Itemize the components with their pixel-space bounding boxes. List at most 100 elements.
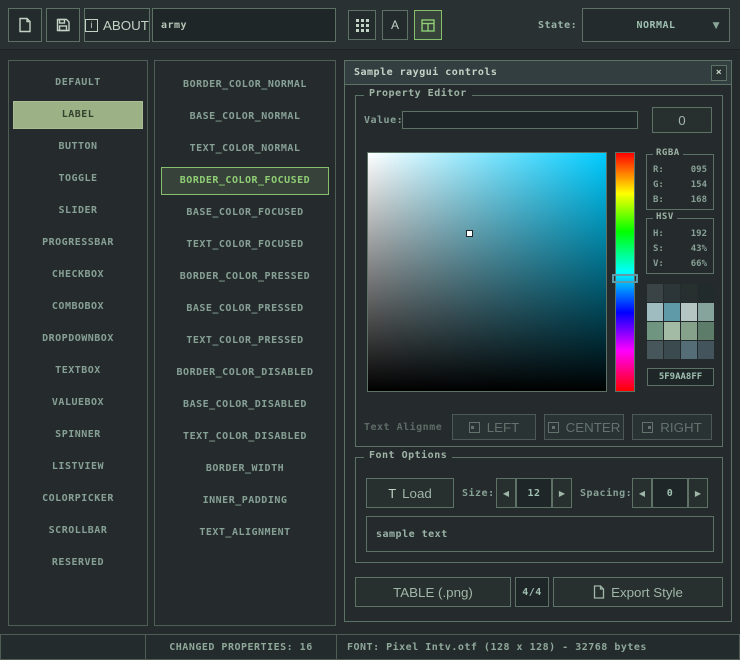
control-item-default[interactable]: DEFAULT — [13, 69, 143, 97]
about-button[interactable]: i ABOUT — [84, 8, 150, 42]
align-left-label: LEFT — [487, 420, 520, 435]
property-item[interactable]: BORDER_COLOR_NORMAL — [161, 71, 329, 99]
palette-swatch[interactable] — [647, 284, 663, 302]
control-item-toggle[interactable]: TOGGLE — [13, 165, 143, 193]
control-item-listview[interactable]: LISTVIEW — [13, 453, 143, 481]
grid-view-button[interactable] — [348, 10, 376, 40]
load-font-button[interactable]: T Load — [366, 478, 454, 508]
align-left-button[interactable]: LEFT — [452, 414, 536, 440]
palette-swatch[interactable] — [698, 303, 714, 321]
property-item[interactable]: TEXT_COLOR_DISABLED — [161, 423, 329, 451]
status-bar: CHANGED PROPERTIES: 16 FONT: Pixel Intv.… — [0, 634, 740, 660]
property-item[interactable]: BASE_COLOR_DISABLED — [161, 391, 329, 419]
state-dropdown[interactable]: NORMAL ▼ — [582, 8, 730, 42]
style-table-view-button[interactable] — [414, 10, 442, 40]
control-item-spinner[interactable]: SPINNER — [13, 421, 143, 449]
palette-swatch[interactable] — [681, 284, 697, 302]
control-item-label[interactable]: LABEL — [13, 101, 143, 129]
palette-swatch[interactable] — [647, 303, 663, 321]
control-item-checkbox[interactable]: CHECKBOX — [13, 261, 143, 289]
control-item-dropdownbox[interactable]: DROPDOWNBOX — [13, 325, 143, 353]
window-title: Sample raygui controls — [354, 67, 497, 78]
s-label: S: — [653, 242, 664, 257]
align-right-icon — [642, 422, 653, 433]
color-saturation-value-panel[interactable] — [367, 152, 607, 392]
control-item-scrollbar[interactable]: SCROLLBAR — [13, 517, 143, 545]
control-item-slider[interactable]: SLIDER — [13, 197, 143, 225]
align-center-label: CENTER — [566, 420, 621, 435]
palette-swatch[interactable] — [664, 341, 680, 359]
palette-swatch[interactable] — [647, 341, 663, 359]
font-size-decrease-button[interactable]: ◀ — [496, 478, 516, 508]
palette-swatch[interactable] — [664, 322, 680, 340]
file-icon — [17, 17, 33, 33]
palette-swatch[interactable] — [698, 322, 714, 340]
control-item-combobox[interactable]: COMBOBOX — [13, 293, 143, 321]
font-spacing-value[interactable]: 0 — [652, 478, 688, 508]
save-icon — [55, 17, 71, 33]
property-item[interactable]: TEXT_COLOR_PRESSED — [161, 327, 329, 355]
save-style-button[interactable] — [46, 8, 80, 42]
new-style-button[interactable] — [8, 8, 42, 42]
control-item-textbox[interactable]: TEXTBOX — [13, 357, 143, 385]
font-size-value[interactable]: 12 — [516, 478, 552, 508]
control-item-colorpicker[interactable]: COLORPICKER — [13, 485, 143, 513]
v-label: V: — [653, 257, 664, 272]
palette-swatch[interactable] — [664, 284, 680, 302]
property-item[interactable]: INNER_PADDING — [161, 487, 329, 515]
align-center-button[interactable]: CENTER — [544, 414, 624, 440]
property-item[interactable]: BORDER_COLOR_PRESSED — [161, 263, 329, 291]
control-item-progressbar[interactable]: PROGRESSBAR — [13, 229, 143, 257]
property-item[interactable]: BASE_COLOR_NORMAL — [161, 103, 329, 131]
window-titlebar[interactable]: Sample raygui controls — [345, 61, 731, 85]
property-item[interactable]: BORDER_COLOR_DISABLED — [161, 359, 329, 387]
h-value: 192 — [691, 227, 707, 242]
chevron-down-icon: ▼ — [713, 21, 720, 31]
property-item[interactable]: TEXT_ALIGNMENT — [161, 519, 329, 547]
control-item-valuebox[interactable]: VALUEBOX — [13, 389, 143, 417]
property-item[interactable]: TEXT_COLOR_NORMAL — [161, 135, 329, 163]
arrow-right-icon: ▶ — [695, 489, 701, 498]
sample-text-value: sample text — [376, 529, 448, 540]
palette-swatch[interactable] — [681, 322, 697, 340]
property-item[interactable]: BASE_COLOR_PRESSED — [161, 295, 329, 323]
value-input[interactable] — [402, 111, 638, 129]
hex-color-input[interactable]: 5F9AA8FF — [647, 368, 714, 386]
close-button[interactable]: × — [711, 65, 727, 81]
properties-list-panel: BORDER_COLOR_NORMAL BASE_COLOR_NORMAL TE… — [154, 60, 336, 626]
property-item-selected[interactable]: BORDER_COLOR_FOCUSED — [161, 167, 329, 195]
control-item-reserved[interactable]: RESERVED — [13, 549, 143, 577]
palette-swatch[interactable] — [681, 303, 697, 321]
font-spacing-increase-button[interactable]: ▶ — [688, 478, 708, 508]
font-view-button[interactable]: A — [382, 10, 408, 40]
hue-bar[interactable] — [615, 152, 635, 392]
export-style-button[interactable]: Export Style — [553, 577, 723, 607]
control-item-button[interactable]: BUTTON — [13, 133, 143, 161]
align-right-button[interactable]: RIGHT — [632, 414, 712, 440]
palette-swatch[interactable] — [647, 322, 663, 340]
palette-swatch[interactable] — [681, 341, 697, 359]
color-picker-marker[interactable] — [466, 230, 473, 237]
property-item[interactable]: BORDER_WIDTH — [161, 455, 329, 483]
value-box-button[interactable]: 0 — [652, 107, 712, 133]
palette-swatch[interactable] — [664, 303, 680, 321]
hue-cursor[interactable] — [612, 274, 638, 283]
font-size-increase-button[interactable]: ▶ — [552, 478, 572, 508]
sample-text-input[interactable]: sample text — [366, 516, 714, 552]
style-name-input[interactable]: army — [152, 8, 336, 42]
property-editor-group: Property Editor Value: 0 RGBA R: 095 G: … — [355, 95, 723, 447]
property-item[interactable]: TEXT_COLOR_FOCUSED — [161, 231, 329, 259]
v-value: 66% — [691, 257, 707, 272]
property-item[interactable]: BASE_COLOR_FOCUSED — [161, 199, 329, 227]
export-table-button[interactable]: TABLE (.png) — [355, 577, 511, 607]
palette-swatch[interactable] — [698, 284, 714, 302]
grid-icon — [356, 19, 369, 32]
hex-color-value: 5F9AA8FF — [659, 372, 702, 382]
export-pages-text: 4/4 — [522, 587, 542, 598]
load-font-label: Load — [402, 486, 432, 501]
export-pages-value[interactable]: 4/4 — [515, 577, 549, 607]
font-spacing-decrease-button[interactable]: ◀ — [632, 478, 652, 508]
controls-list-panel: DEFAULT LABEL BUTTON TOGGLE SLIDER PROGR… — [8, 60, 148, 626]
style-table-icon — [421, 19, 435, 32]
palette-swatch[interactable] — [698, 341, 714, 359]
